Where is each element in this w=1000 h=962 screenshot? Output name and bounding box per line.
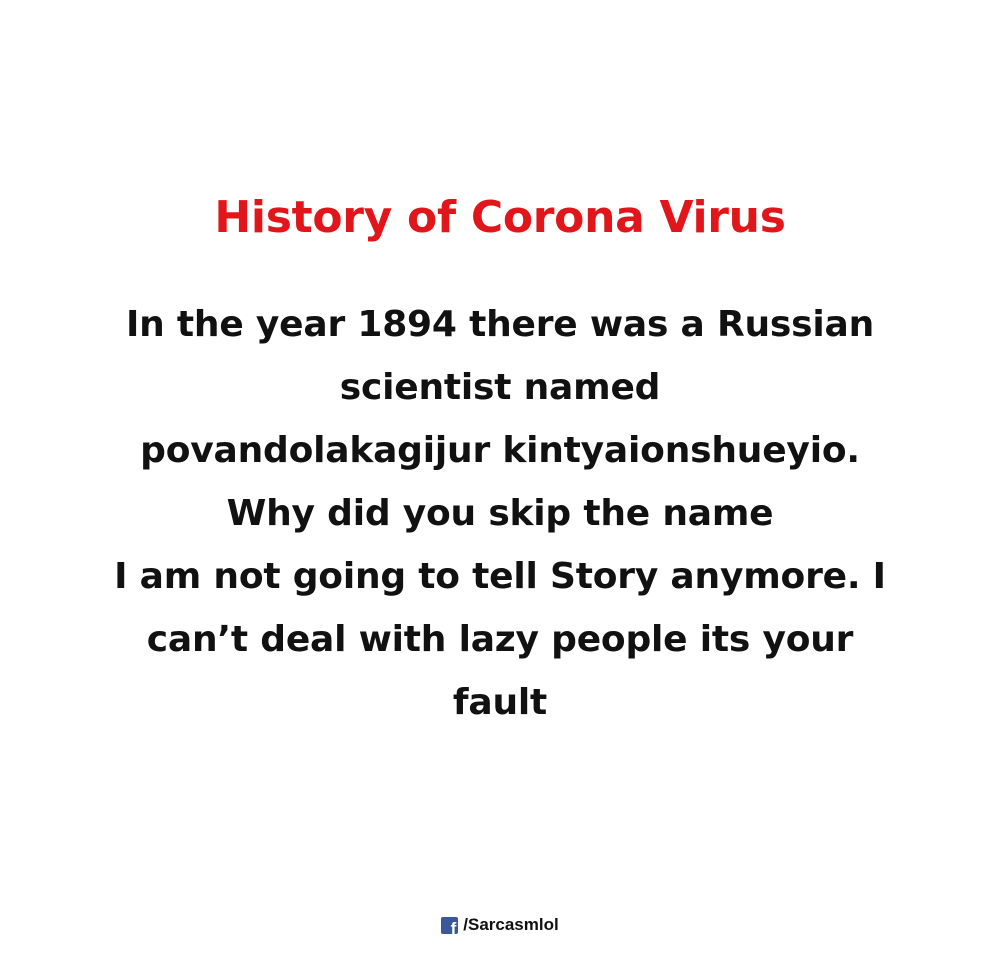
body-line: scientist named <box>339 367 661 408</box>
body-line: I am not going to tell Story anymore. I <box>114 556 886 597</box>
body-line: can’t deal with lazy people its your <box>146 619 854 660</box>
post-title: History of Corona Virus <box>214 192 786 243</box>
source-credit: f /Sarcasmlol <box>0 915 1000 935</box>
post-body: In the year 1894 there was a Russian sci… <box>60 293 940 734</box>
body-line: fault <box>452 682 548 723</box>
facebook-icon: f <box>441 916 459 934</box>
page-handle: /Sarcasmlol <box>463 915 559 934</box>
body-line: povandolakagijur kintyaionshueyio. <box>140 430 860 471</box>
body-line: Why did you skip the name <box>226 493 774 534</box>
body-line: In the year 1894 there was a Russian <box>125 304 875 345</box>
